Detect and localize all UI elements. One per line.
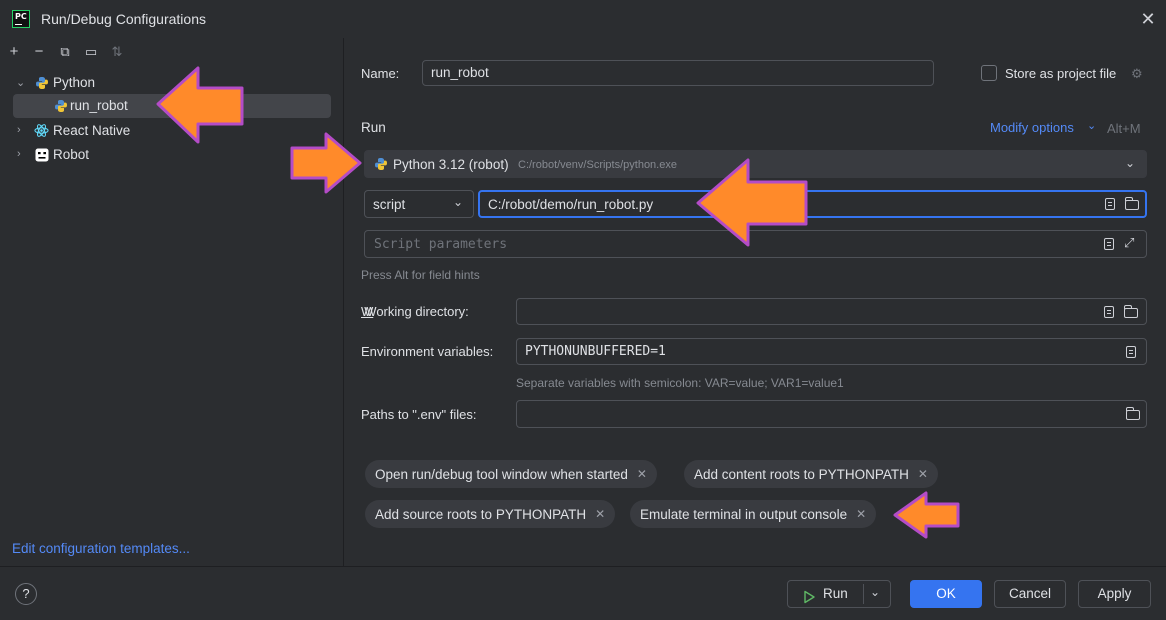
annotation-arrow [156, 66, 244, 144]
annotation-arrow [893, 491, 960, 539]
annotation-arrow [696, 158, 808, 247]
annotation-arrow [290, 132, 362, 194]
annotation-arrows [156, 66, 960, 539]
